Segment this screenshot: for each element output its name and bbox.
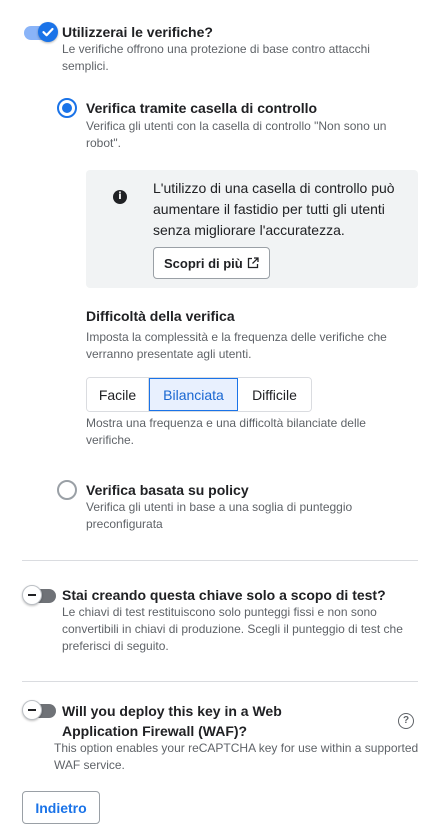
toggle-thumb [22, 700, 42, 720]
checks-toggle[interactable] [22, 22, 58, 42]
info-box: i L'utilizzo di una casella di controllo… [86, 170, 418, 288]
test-key-title: Stai creando questa chiave solo a scopo … [62, 587, 386, 603]
open-in-new-icon [247, 257, 259, 269]
toggle-thumb [38, 22, 58, 42]
difficulty-description: Imposta la complessità e la frequenza de… [86, 330, 387, 361]
learn-more-button[interactable]: Scopri di più [153, 247, 270, 279]
toggle-thumb [22, 585, 42, 605]
difficulty-segmented-control: Facile Bilanciata Difficile [86, 377, 312, 412]
checks-description: Le verifiche offrono una protezione di b… [62, 42, 370, 73]
test-key-toggle[interactable] [22, 585, 58, 605]
policy-verification-title[interactable]: Verifica basata su policy [86, 480, 249, 500]
checkbox-verification-description: Verifica gli utenti con la casella di co… [86, 119, 387, 150]
checkbox-verification-title[interactable]: Verifica tramite casella di controllo [86, 98, 317, 118]
difficulty-option-hard[interactable]: Difficile [238, 378, 311, 411]
help-icon[interactable]: ? [398, 713, 414, 729]
info-icon: i [113, 190, 127, 204]
waf-description: This option enables your reCAPTCHA key f… [54, 741, 419, 772]
info-text: L'utilizzo di una casella di controllo p… [153, 180, 395, 238]
learn-more-label: Scopri di più [164, 255, 243, 271]
divider [22, 560, 418, 561]
back-button[interactable]: Indietro [22, 791, 100, 824]
policy-verification-radio[interactable] [57, 480, 77, 500]
checks-title: Utilizzerai le verifiche? [62, 24, 213, 40]
waf-title: Will you deploy this key in a Web Applic… [62, 703, 282, 739]
test-key-description: Le chiavi di test restituiscono solo pun… [62, 605, 403, 653]
difficulty-option-easy[interactable]: Facile [87, 378, 149, 411]
waf-toggle[interactable] [22, 700, 58, 720]
difficulty-title: Difficoltà della verifica [86, 308, 235, 324]
difficulty-option-balanced[interactable]: Bilanciata [149, 378, 238, 411]
policy-verification-description: Verifica gli utenti in base a una soglia… [86, 500, 353, 531]
divider [22, 681, 418, 682]
difficulty-selected-description: Mostra una frequenza e una difficoltà bi… [86, 416, 366, 447]
check-icon [42, 27, 54, 37]
checkbox-verification-radio[interactable] [57, 98, 77, 118]
